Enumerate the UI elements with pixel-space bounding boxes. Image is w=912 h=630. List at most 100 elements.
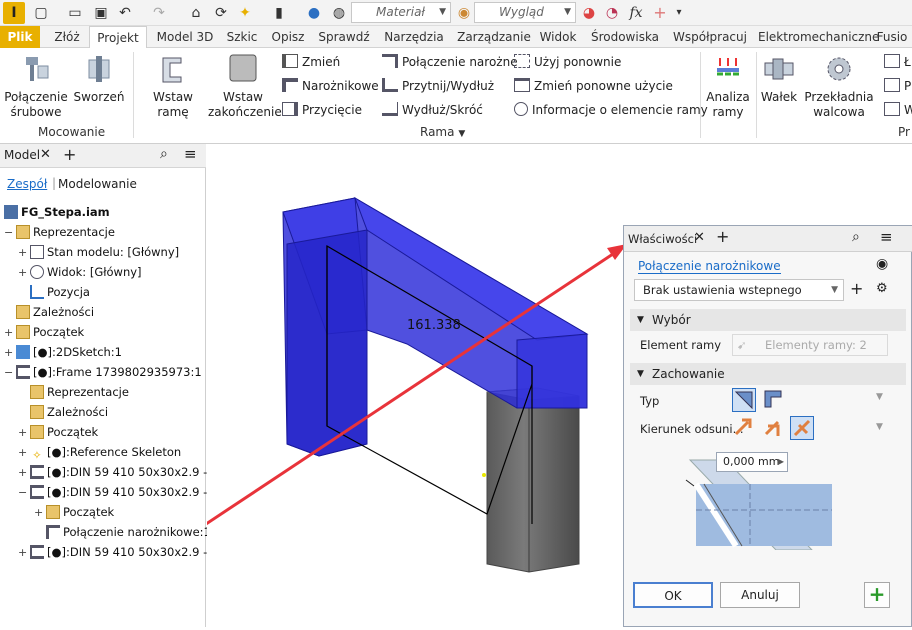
type-miter-button[interactable] xyxy=(732,388,756,412)
gear-icon[interactable]: ⚙ xyxy=(876,281,888,296)
direction-2-button[interactable] xyxy=(762,416,786,440)
search-icon[interactable]: ⌕ xyxy=(852,229,860,245)
type-butt-button[interactable] xyxy=(762,388,786,412)
direction-3-button[interactable] xyxy=(790,416,814,440)
expand-icon[interactable]: + xyxy=(34,503,46,523)
tree-item[interactable]: − Reprezentacje xyxy=(4,222,115,242)
tab-sprawdz[interactable]: Sprawdź xyxy=(314,26,374,48)
undo-icon[interactable]: ↶ xyxy=(116,4,134,22)
naroznikowe-button[interactable]: Narożnikowe xyxy=(282,78,379,94)
mode-modelowanie[interactable]: Modelowanie xyxy=(58,177,137,191)
appearance-ball-icon[interactable]: ◍ xyxy=(330,4,348,22)
ilogic-icon[interactable]: ● xyxy=(305,4,323,22)
tab-zloz[interactable]: Złóż xyxy=(52,26,82,48)
przekladnia-walcowa-button[interactable]: Przekładnia walcowa xyxy=(800,54,878,120)
przytnij-wydluz-button[interactable]: Przytnij/Wydłuż xyxy=(382,78,494,94)
tree-root[interactable]: FG_Stepa.iam xyxy=(4,202,110,222)
tab-zarzadzanie[interactable]: Zarządzanie xyxy=(452,26,536,48)
add-tab-icon[interactable]: + xyxy=(716,227,729,246)
tree-item[interactable]: + [●]:2DSketch:1 xyxy=(4,342,122,362)
tree-item[interactable]: + Początek xyxy=(18,422,98,442)
tab-srodowiska[interactable]: Środowiska xyxy=(590,26,660,48)
close-icon[interactable]: ✕ xyxy=(40,147,51,162)
clear-appearance-icon[interactable]: ◔ xyxy=(603,4,621,22)
expand-icon[interactable]: + xyxy=(18,543,30,563)
mode-zespol[interactable]: Zespół xyxy=(7,177,47,191)
chevron-down-icon[interactable]: ▼ xyxy=(876,422,883,432)
tab-projekt[interactable]: Projekt xyxy=(89,26,147,49)
grey-profile[interactable] xyxy=(486,387,580,573)
wydluz-skroc-button[interactable]: Wydłuż/Skróć xyxy=(382,102,483,118)
add-tab-icon[interactable]: + xyxy=(63,145,76,164)
ok-button[interactable]: OK xyxy=(633,582,713,608)
direction-1-button[interactable] xyxy=(732,416,756,440)
tree-item[interactable]: Pozycja xyxy=(18,282,90,302)
tab-plik[interactable]: Plik xyxy=(0,26,40,48)
tree-item[interactable]: − [●]:DIN 59 410 50x30x2.9 - 138 xyxy=(18,482,233,502)
expand-icon[interactable]: + xyxy=(18,423,30,443)
chevron-down-icon[interactable]: ▼ xyxy=(876,392,883,402)
tab-fusion[interactable]: Fusio xyxy=(872,26,912,48)
tree-item[interactable]: Zależności xyxy=(4,302,94,322)
redo-icon[interactable]: ↷ xyxy=(150,4,168,22)
material-select[interactable]: Materiał ▼ xyxy=(351,2,451,23)
tab-wspolpracuj[interactable]: Współpracuj xyxy=(668,26,752,48)
tree-item[interactable]: + Początek xyxy=(34,502,114,522)
tree-item[interactable]: + [●]:DIN 59 410 50x30x2.9 - 108 xyxy=(18,462,233,482)
tree-item[interactable]: Połączenie narożnikowe:1 xyxy=(34,522,211,542)
tab-szkic[interactable]: Szkic xyxy=(222,26,262,48)
polaczenie-srubowe-button[interactable]: Połączenie śrubowe xyxy=(4,54,68,120)
tree-item[interactable]: − [●]:Frame 1739802935973:1 xyxy=(4,362,202,382)
fx-icon[interactable]: fx xyxy=(627,4,645,22)
anuluj-button[interactable]: Anuluj xyxy=(720,582,800,608)
walek-button[interactable]: Wałek xyxy=(758,54,800,105)
element-ramy-selector[interactable]: ➹ Elementy ramy: 2 xyxy=(732,334,888,356)
tree-item[interactable]: + Widok: [Główny] xyxy=(18,262,142,282)
new-file-icon[interactable]: ▢ xyxy=(32,4,50,22)
tab-opisz[interactable]: Opisz xyxy=(268,26,308,48)
tree-item[interactable]: Zależności xyxy=(18,402,108,422)
measure-icon[interactable]: ▮ xyxy=(270,4,288,22)
tab-elektromechaniczne[interactable]: Elektromechaniczne xyxy=(758,26,879,48)
customize-chevron-icon[interactable]: ▾ xyxy=(670,4,688,22)
cut-off-button-3[interactable]: W xyxy=(884,102,912,118)
informacje-button[interactable]: Informacje o elemencie ramy xyxy=(514,102,708,118)
collapse-icon[interactable]: − xyxy=(4,223,16,243)
tab-widok[interactable]: Widok xyxy=(538,26,578,48)
expand-icon[interactable]: + xyxy=(18,443,30,463)
tab-narzedzia[interactable]: Narzędzia xyxy=(380,26,448,48)
wybor-section[interactable]: ▼ Wybór xyxy=(630,309,906,331)
adjust-appearance-icon[interactable]: ◕ xyxy=(580,4,598,22)
collapse-icon[interactable]: − xyxy=(18,483,30,503)
tab-model-3d[interactable]: Model 3D xyxy=(153,26,217,48)
properties-tab-label[interactable]: Właściwości xyxy=(628,232,697,246)
search-icon[interactable]: ⌕ xyxy=(160,146,168,162)
menu-icon[interactable]: ≡ xyxy=(880,228,893,246)
feature-name[interactable]: Połączenie narożnikowe xyxy=(638,259,781,274)
model-tab-label[interactable]: Model xyxy=(4,148,40,162)
open-folder-icon[interactable]: ▭ xyxy=(66,4,84,22)
collapse-icon[interactable]: − xyxy=(4,363,16,383)
sworzen-button[interactable]: Sworzeń xyxy=(72,54,126,105)
uzyj-ponownie-button[interactable]: Użyj ponownie xyxy=(514,54,621,70)
appearance-select[interactable]: Wygląd ▼ xyxy=(474,2,576,23)
wstaw-zakonczenie-button[interactable]: Wstaw zakończenie xyxy=(208,54,282,120)
add-preset-icon[interactable]: + xyxy=(850,279,863,298)
cut-off-button-2[interactable]: P xyxy=(884,78,911,94)
apply-plus-button[interactable]: + xyxy=(864,582,890,608)
analiza-ramy-button[interactable]: Analiza ramy xyxy=(702,54,754,120)
expand-icon[interactable]: + xyxy=(18,263,30,283)
preset-select[interactable]: Brak ustawienia wstepnego ▼ xyxy=(634,279,844,301)
expand-icon[interactable]: + xyxy=(4,323,16,343)
expand-icon[interactable]: + xyxy=(18,463,30,483)
zachowanie-section[interactable]: ▼ Zachowanie xyxy=(630,363,906,385)
offset-input[interactable]: 0,000 mm ▶ xyxy=(716,452,788,472)
tree-item[interactable]: Reprezentacje xyxy=(18,382,129,402)
dimension-label[interactable]: 161.338 xyxy=(407,318,461,333)
select-icon[interactable]: ✦ xyxy=(236,4,254,22)
expand-icon[interactable]: + xyxy=(4,343,16,363)
cut-off-button-1[interactable]: Ł xyxy=(884,54,911,70)
menu-icon[interactable]: ≡ xyxy=(184,145,197,163)
wstaw-rame-button[interactable]: Wstaw ramę xyxy=(138,54,208,120)
tree-item[interactable]: + ✧ [●]:Reference Skeleton xyxy=(18,442,181,462)
